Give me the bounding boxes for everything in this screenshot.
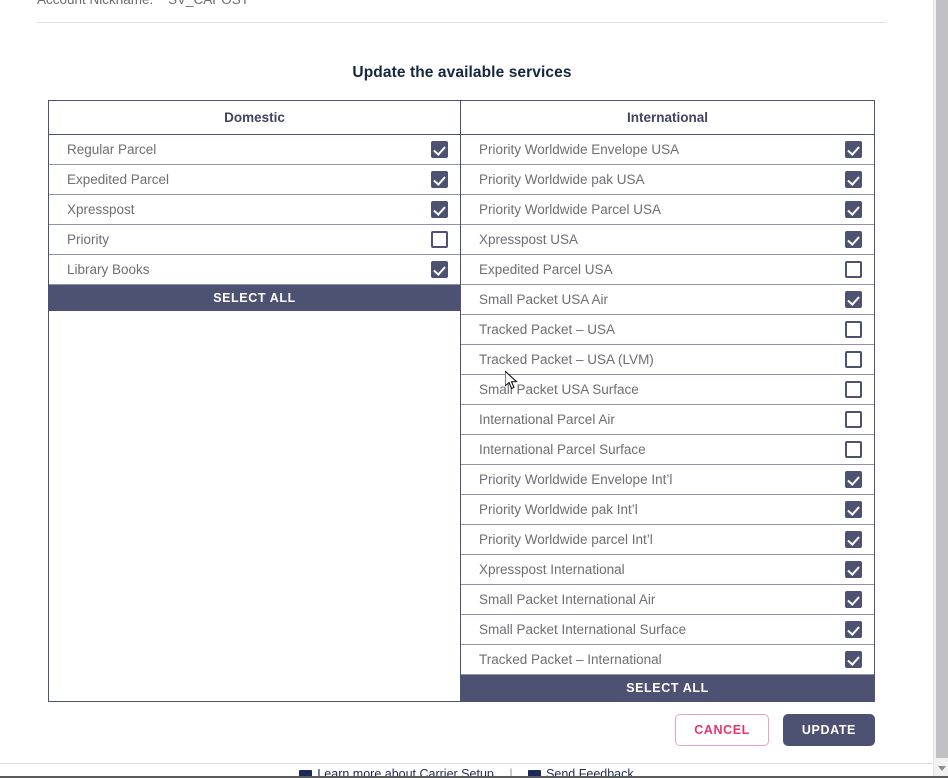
service-row[interactable]: Priority Worldwide Parcel USA bbox=[461, 195, 874, 225]
service-label: Priority Worldwide Envelope USA bbox=[479, 142, 680, 157]
service-label: Tracked Packet – International bbox=[479, 652, 662, 667]
service-row[interactable]: Priority Worldwide Envelope Int’l bbox=[461, 465, 874, 495]
service-row[interactable]: Small Packet International Surface bbox=[461, 615, 874, 645]
service-row[interactable]: Library Books bbox=[49, 255, 460, 285]
checkbox-unchecked[interactable] bbox=[431, 231, 448, 248]
service-row[interactable]: Tracked Packet – USA bbox=[461, 315, 874, 345]
checkbox-checked[interactable] bbox=[431, 171, 448, 188]
service-row[interactable]: Expedited Parcel bbox=[49, 165, 460, 195]
service-row[interactable]: Xpresspost USA bbox=[461, 225, 874, 255]
service-row[interactable]: Tracked Packet – USA (LVM) bbox=[461, 345, 874, 375]
service-row[interactable]: Small Packet USA Air bbox=[461, 285, 874, 315]
service-row[interactable]: Tracked Packet – International bbox=[461, 645, 874, 675]
service-label: Small Packet USA Surface bbox=[479, 382, 639, 397]
checkbox-checked[interactable] bbox=[845, 621, 862, 638]
scroll-down-arrow-icon[interactable] bbox=[934, 761, 948, 775]
service-label: Priority Worldwide pak USA bbox=[479, 172, 645, 187]
service-label: Tracked Packet – USA bbox=[479, 322, 616, 337]
checkbox-checked[interactable] bbox=[845, 141, 862, 158]
service-row[interactable]: Regular Parcel bbox=[49, 135, 460, 165]
service-label: Xpresspost USA bbox=[479, 232, 579, 247]
service-row[interactable]: Priority Worldwide pak Int’l bbox=[461, 495, 874, 525]
checkbox-unchecked[interactable] bbox=[845, 381, 862, 398]
dialog-actions: CANCEL UPDATE bbox=[48, 713, 875, 747]
service-label: Expedited Parcel bbox=[67, 172, 170, 187]
account-nickname-value: SV_CAPOST bbox=[168, 0, 249, 7]
scrollbar-thumb[interactable] bbox=[936, 0, 948, 758]
checkbox-checked[interactable] bbox=[431, 141, 448, 158]
service-label: Small Packet USA Air bbox=[479, 292, 609, 307]
service-row[interactable]: Small Packet USA Surface bbox=[461, 375, 874, 405]
service-label: Xpresspost International bbox=[479, 562, 625, 577]
checkbox-checked[interactable] bbox=[845, 291, 862, 308]
service-row[interactable]: Xpresspost bbox=[49, 195, 460, 225]
service-label: Priority Worldwide Envelope Int’l bbox=[479, 472, 673, 487]
domestic-select-all-button[interactable]: SELECT ALL bbox=[49, 285, 460, 311]
service-row[interactable]: Small Packet International Air bbox=[461, 585, 874, 615]
service-row[interactable]: International Parcel Air bbox=[461, 405, 874, 435]
update-button[interactable]: UPDATE bbox=[782, 714, 875, 746]
service-row[interactable]: International Parcel Surface bbox=[461, 435, 874, 465]
service-label: Expedited Parcel USA bbox=[479, 262, 613, 277]
cancel-button[interactable]: CANCEL bbox=[675, 714, 769, 746]
service-label: Priority Worldwide parcel Int’l bbox=[479, 532, 653, 547]
checkbox-unchecked[interactable] bbox=[845, 351, 862, 368]
domestic-rows: Regular Parcel Expedited Parcel Xpresspost… bbox=[49, 135, 460, 285]
domestic-empty-area bbox=[49, 311, 460, 701]
service-label: Tracked Packet – USA (LVM) bbox=[479, 352, 654, 367]
checkbox-checked[interactable] bbox=[845, 591, 862, 608]
checkbox-unchecked[interactable] bbox=[845, 261, 862, 278]
account-nickname-label: Account Nickname: bbox=[37, 0, 153, 7]
service-label: Small Packet International Surface bbox=[479, 622, 687, 637]
checkbox-unchecked[interactable] bbox=[845, 321, 862, 338]
page-title: Update the available services bbox=[352, 64, 572, 81]
service-row[interactable]: Xpresspost International bbox=[461, 555, 874, 585]
checkbox-checked[interactable] bbox=[845, 231, 862, 248]
domestic-column-header: Domestic bbox=[49, 101, 460, 135]
vertical-scrollbar[interactable] bbox=[933, 0, 948, 778]
service-label: Priority Worldwide Parcel USA bbox=[479, 202, 662, 217]
service-row[interactable]: Priority Worldwide Envelope USA bbox=[461, 135, 874, 165]
service-row[interactable]: Priority bbox=[49, 225, 460, 255]
checkbox-checked[interactable] bbox=[845, 201, 862, 218]
service-label: International Parcel Surface bbox=[479, 442, 646, 457]
service-row[interactable]: Expedited Parcel USA bbox=[461, 255, 874, 285]
page-content: Account Nickname: SV_CAPOST Update the a… bbox=[0, 0, 933, 778]
checkbox-checked[interactable] bbox=[431, 261, 448, 278]
checkbox-checked[interactable] bbox=[845, 171, 862, 188]
international-column: International Priority Worldwide Envelop… bbox=[461, 101, 874, 701]
service-label: Library Books bbox=[67, 262, 150, 277]
checkbox-unchecked[interactable] bbox=[845, 441, 862, 458]
top-divider bbox=[37, 22, 887, 23]
services-table: Domestic Regular Parcel Expedited Parcel X… bbox=[48, 100, 875, 702]
checkbox-checked[interactable] bbox=[845, 471, 862, 488]
checkbox-checked[interactable] bbox=[845, 651, 862, 668]
service-row[interactable]: Priority Worldwide pak USA bbox=[461, 165, 874, 195]
checkbox-checked[interactable] bbox=[845, 561, 862, 578]
checkbox-checked[interactable] bbox=[845, 531, 862, 548]
international-select-all-button[interactable]: SELECT ALL bbox=[461, 675, 874, 701]
service-row[interactable]: Priority Worldwide parcel Int’l bbox=[461, 525, 874, 555]
checkbox-unchecked[interactable] bbox=[845, 411, 862, 428]
international-column-header: International bbox=[461, 101, 874, 135]
international-rows: Priority Worldwide Envelope USA Priority … bbox=[461, 135, 874, 675]
service-label: Regular Parcel bbox=[67, 142, 157, 157]
checkbox-checked[interactable] bbox=[431, 201, 448, 218]
account-nickname-line: Account Nickname: SV_CAPOST bbox=[0, 0, 933, 14]
service-label: Small Packet International Air bbox=[479, 592, 656, 607]
checkbox-checked[interactable] bbox=[845, 501, 862, 518]
service-label: Priority bbox=[67, 232, 110, 247]
service-label: International Parcel Air bbox=[479, 412, 615, 427]
service-label: Xpresspost bbox=[67, 202, 135, 217]
domestic-column: Domestic Regular Parcel Expedited Parcel X… bbox=[49, 101, 461, 701]
service-label: Priority Worldwide pak Int’l bbox=[479, 502, 638, 517]
